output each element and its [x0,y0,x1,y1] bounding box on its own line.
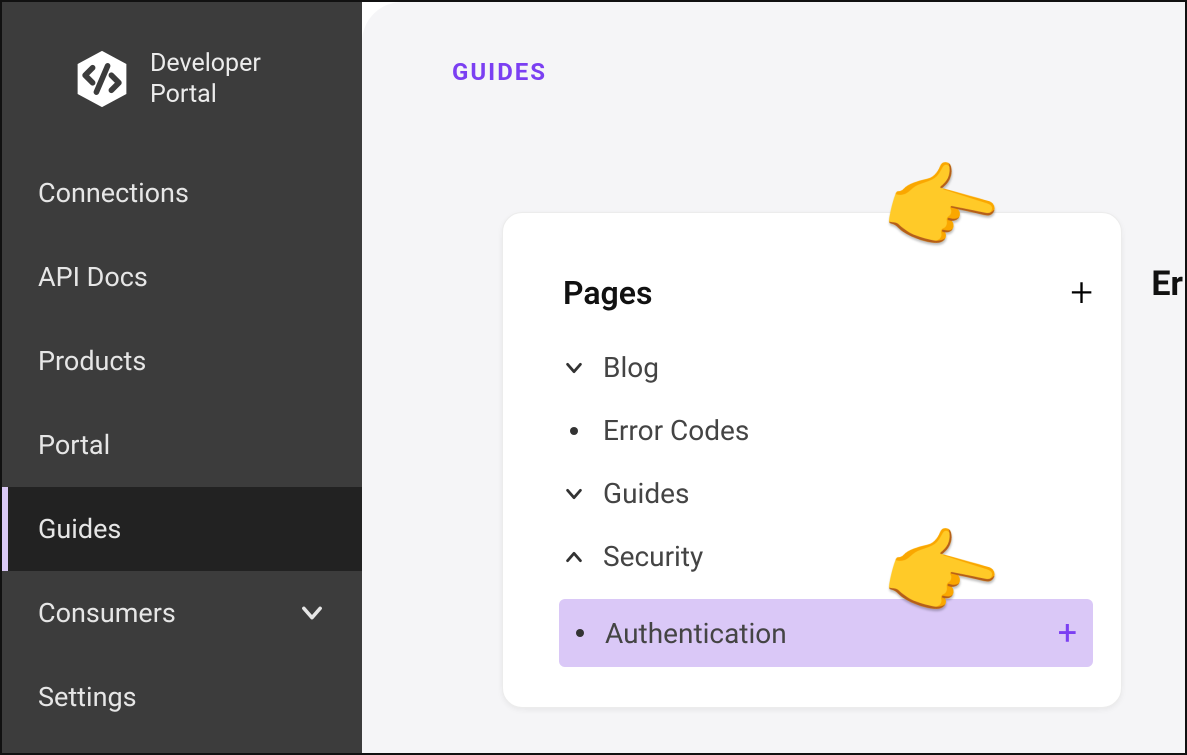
pages-tree: Blog Error Codes Guides Security Authent… [563,347,1093,667]
breadcrumb: GUIDES [452,58,1185,86]
add-child-page-button[interactable]: + [1058,613,1077,653]
pages-title: Pages [563,274,652,312]
nav-item-api-docs[interactable]: API Docs [2,235,362,319]
nav-item-products[interactable]: Products [2,319,362,403]
nav-item-settings[interactable]: Settings [2,655,362,739]
pages-panel-header: Pages + [563,273,1093,313]
logo-icon [72,49,132,109]
pages-panel: Pages + Blog Error Codes Guides Security [502,212,1122,708]
tree-item-security[interactable]: Security [563,536,1093,577]
bullet-icon [576,629,584,637]
chevron-up-icon [563,546,585,568]
chevron-down-icon [298,599,326,627]
right-cut-text: Er [1151,264,1183,304]
nav-item-portal[interactable]: Portal [2,403,362,487]
logo-text: Developer Portal [150,48,261,111]
chevron-down-icon [563,483,585,505]
nav-item-consumers[interactable]: Consumers [2,571,362,655]
tree-item-guides[interactable]: Guides [563,473,1093,514]
chevron-down-icon [563,357,585,379]
tree-item-blog[interactable]: Blog [563,347,1093,388]
nav-item-connections[interactable]: Connections [2,151,362,235]
tree-item-authentication[interactable]: Authentication + [559,599,1093,667]
add-page-button[interactable]: + [1070,273,1093,313]
sidebar: Developer Portal Connections API Docs Pr… [2,2,362,753]
tree-item-error-codes[interactable]: Error Codes [563,410,1093,451]
app-frame: Developer Portal Connections API Docs Pr… [0,0,1187,755]
bullet-icon [570,427,578,435]
nav-item-guides[interactable]: Guides [2,487,362,571]
logo: Developer Portal [2,2,362,151]
nav: Connections API Docs Products Portal Gui… [2,151,362,739]
